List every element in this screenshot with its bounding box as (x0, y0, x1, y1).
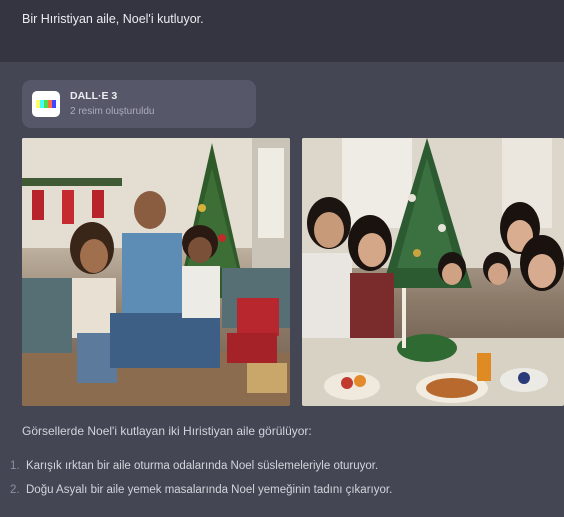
dalle-icon (32, 91, 60, 117)
generated-image-2[interactable] (302, 138, 564, 406)
response-intro: Görsellerde Noel'i kutlayan iki Hıristiy… (22, 424, 312, 438)
list-number: 1. (10, 460, 20, 472)
user-message: Bir Hıristiyan aile, Noel'i kutluyor. (0, 0, 564, 62)
generated-image-1[interactable] (22, 138, 290, 406)
tool-status: 2 resim oluşturuldu (70, 106, 155, 117)
list-text: Doğu Asyalı bir aile yemek masalarında N… (26, 484, 393, 496)
list-text: Karışık ırktan bir aile oturma odalarınd… (26, 460, 379, 472)
response-list: 1. Karışık ırktan bir aile oturma odalar… (10, 460, 392, 508)
assistant-message: DALL·E 3 2 resim oluşturuldu Görsellerde… (0, 62, 564, 517)
tool-name: DALL·E 3 (70, 90, 118, 102)
dalle-tool-card[interactable]: DALL·E 3 2 resim oluşturuldu (22, 80, 256, 128)
list-item: 2. Doğu Asyalı bir aile yemek masalarınd… (10, 484, 392, 508)
user-message-text: Bir Hıristiyan aile, Noel'i kutluyor. (22, 12, 204, 26)
list-item: 1. Karışık ırktan bir aile oturma odalar… (10, 460, 392, 484)
list-number: 2. (10, 484, 20, 496)
